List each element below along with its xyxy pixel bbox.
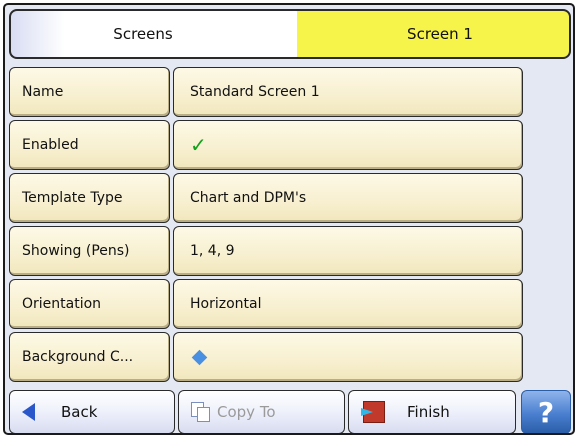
row-orientation: Orientation Horizontal [9, 279, 523, 329]
settings-window: Screens Screen 1 Name Standard Screen 1 … [3, 3, 575, 435]
check-icon: ✓ [190, 133, 207, 157]
finish-button[interactable]: Finish [348, 390, 516, 433]
row-name: Name Standard Screen 1 [9, 67, 523, 117]
enabled-value[interactable]: ✓ [173, 120, 523, 170]
orientation-label: Orientation [9, 279, 170, 329]
back-button-label: Back [61, 403, 98, 421]
copy-icon [191, 402, 211, 422]
row-background-color: Background C... [9, 332, 523, 382]
breadcrumb-current-label: Screen 1 [407, 25, 473, 43]
breadcrumb-current-screen: Screen 1 [297, 9, 571, 59]
help-button[interactable]: ? [521, 390, 571, 433]
name-label: Name [9, 67, 170, 117]
back-button[interactable]: Back [9, 390, 175, 433]
diamond-icon [191, 349, 208, 365]
template-type-label: Template Type [9, 173, 170, 223]
row-enabled: Enabled ✓ [9, 120, 523, 170]
breadcrumb: Screens Screen 1 [9, 9, 571, 61]
background-color-value[interactable] [173, 332, 523, 382]
breadcrumb-screens-label: Screens [113, 25, 173, 43]
showing-pens-label: Showing (Pens) [9, 226, 170, 276]
copy-to-button-label: Copy To [217, 403, 276, 421]
row-showing-pens: Showing (Pens) 1, 4, 9 [9, 226, 523, 276]
help-icon: ? [537, 395, 555, 429]
showing-pens-value[interactable]: 1, 4, 9 [173, 226, 523, 276]
orientation-value[interactable]: Horizontal [173, 279, 523, 329]
finish-button-label: Finish [407, 403, 450, 421]
row-template-type: Template Type Chart and DPM's [9, 173, 523, 223]
copy-to-button[interactable]: Copy To [178, 390, 345, 433]
template-type-value[interactable]: Chart and DPM's [173, 173, 523, 223]
enabled-label: Enabled [9, 120, 170, 170]
back-arrow-icon [22, 403, 35, 421]
name-value[interactable]: Standard Screen 1 [173, 67, 523, 117]
finish-icon [361, 401, 385, 423]
breadcrumb-screens[interactable]: Screens [9, 9, 309, 59]
background-color-label: Background C... [9, 332, 170, 382]
